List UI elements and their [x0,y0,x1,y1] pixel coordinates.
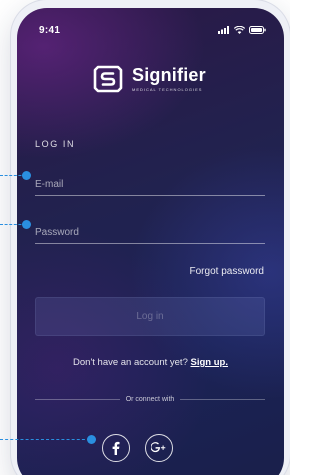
email-field-wrapper [35,174,265,196]
signup-prompt-text: Don't have an account yet? [73,357,188,368]
forgot-password-link[interactable]: Forgot password [190,266,264,277]
login-heading: LOG IN [35,139,76,149]
email-annotation-dot [22,171,31,180]
signup-prompt-row: Don't have an account yet? Sign up. [17,357,284,368]
signifier-logo-icon [93,65,123,93]
social-divider: Or connect with [35,396,266,403]
social-annotation-line [0,439,90,440]
divider-line-right [180,399,266,400]
divider-line-left [35,399,120,400]
battery-icon [249,26,266,34]
brand-tagline: MEDICAL TECHNOLOGIES [132,87,203,92]
stage: 9:41 Signifier MEDICAL TECHNOLOGIES LOG … [0,0,290,475]
signup-link[interactable]: Sign up. [191,357,228,368]
password-annotation-dot [22,220,31,229]
google-plus-icon [151,442,166,453]
google-plus-button[interactable] [145,434,173,462]
password-field-wrapper [35,222,265,244]
login-button[interactable]: Log in [35,297,265,336]
status-icons [218,26,266,34]
social-annotation-dot [87,435,96,444]
wifi-icon [234,26,245,34]
facebook-icon [112,441,120,455]
login-screen: 9:41 Signifier MEDICAL TECHNOLOGIES LOG … [17,8,284,475]
email-field[interactable] [35,175,265,194]
signal-icon [218,26,229,34]
password-field[interactable] [35,223,265,242]
brand-logo: Signifier MEDICAL TECHNOLOGIES [92,64,206,94]
status-time: 9:41 [39,25,61,36]
social-divider-label: Or connect with [125,396,175,403]
brand-name: Signifier [132,65,206,85]
facebook-button[interactable] [102,434,130,462]
